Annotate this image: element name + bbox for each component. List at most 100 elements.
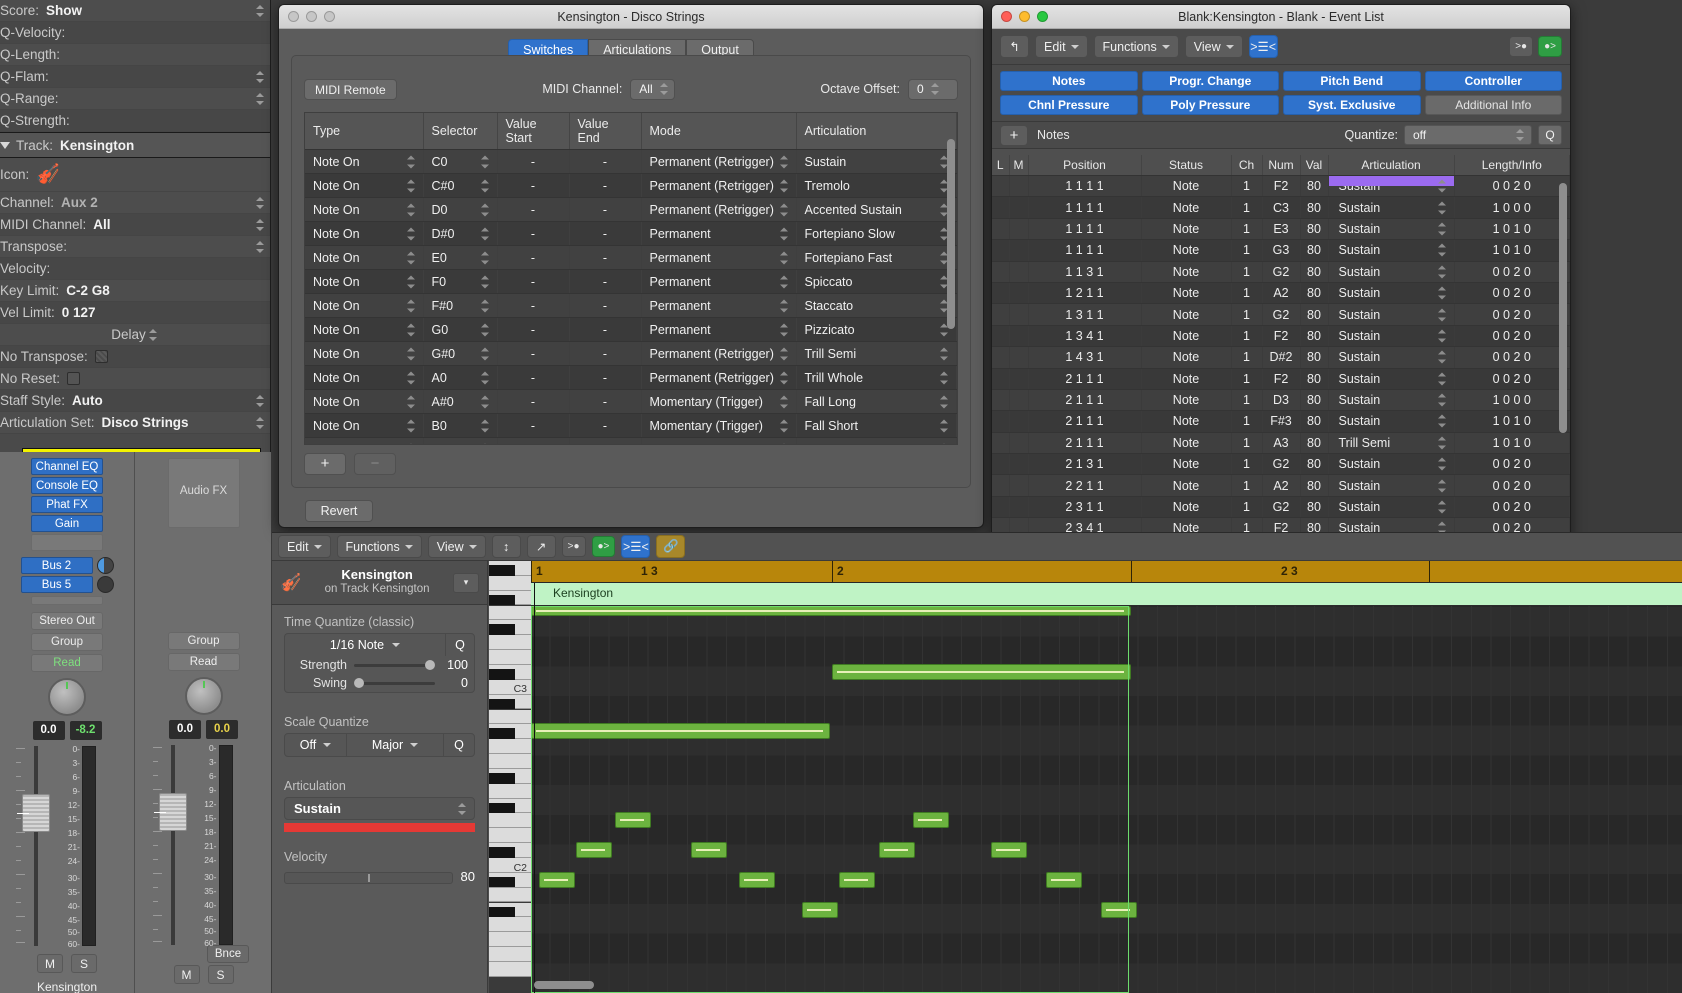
cell-selector[interactable]: E0	[423, 246, 497, 270]
cell-value-end[interactable]: -	[569, 390, 641, 414]
stepper-icon[interactable]	[407, 250, 417, 265]
midi-note[interactable]	[839, 872, 875, 888]
stepper-icon[interactable]	[255, 239, 266, 255]
cell-value-end[interactable]: -	[569, 294, 641, 318]
filter-controller[interactable]: Controller	[1425, 71, 1563, 91]
stepper-icon[interactable]	[148, 327, 159, 343]
stepper-icon[interactable]	[1438, 179, 1448, 194]
cell-value-start[interactable]: -	[497, 366, 569, 390]
cell-channel[interactable]: 1	[1231, 176, 1262, 197]
cell-mute[interactable]	[1009, 475, 1028, 496]
cell-value-end[interactable]: -	[569, 150, 641, 174]
midi-remote-button[interactable]: MIDI Remote	[304, 79, 397, 100]
stepper-icon[interactable]	[1438, 243, 1448, 258]
cell-mute[interactable]	[1009, 496, 1028, 517]
cell-val[interactable]: 80	[1300, 496, 1328, 517]
group-button[interactable]: Group	[168, 632, 240, 650]
stepper-icon[interactable]	[255, 415, 266, 431]
stepper-icon[interactable]	[940, 442, 950, 445]
table-row[interactable]: Note OnA0--Permanent (Retrigger)Trill Wh…	[305, 366, 957, 390]
stepper-icon[interactable]	[780, 322, 790, 337]
cell-position[interactable]: 1 3 1 1	[1028, 304, 1141, 325]
stepper-icon[interactable]	[780, 394, 790, 409]
cell-status[interactable]: Note	[1141, 261, 1231, 282]
table-row[interactable]: 1 1 1 1Note1G380Sustain1 0 1 0	[992, 240, 1570, 261]
add-event-button[interactable]: +	[1000, 125, 1028, 146]
cell-articulation[interactable]: Fortepiano Fast	[796, 246, 957, 270]
inspector-row-no-reset[interactable]: No Reset:	[0, 368, 270, 390]
cell-mute[interactable]	[1009, 411, 1028, 432]
table-row[interactable]: 1 3 1 1Note1G280Sustain0 0 2 0	[992, 304, 1570, 325]
cell-selector[interactable]: C#0	[423, 174, 497, 198]
cell-mode[interactable]: Permanent (Retrigger)	[641, 342, 796, 366]
table-scrollbar[interactable]	[947, 139, 955, 439]
cell-articulation[interactable]: Sustain	[1328, 389, 1454, 410]
piano-key-black[interactable]	[489, 699, 515, 710]
cell-type[interactable]: Note On	[305, 438, 423, 446]
cell-type[interactable]: Note On	[305, 270, 423, 294]
cell-position[interactable]: 1 1 1 1	[1028, 197, 1141, 218]
filter-pitch-bend[interactable]: Pitch Bend	[1283, 71, 1421, 91]
table-row[interactable]: 2 2 1 1Note1A280Sustain0 0 2 0	[992, 475, 1570, 496]
midi-out-right-icon[interactable]: ●>	[1538, 36, 1562, 57]
cell-articulation[interactable]: Staccato	[796, 294, 957, 318]
cell-value-start[interactable]: -	[497, 150, 569, 174]
inspector-row-key-limit[interactable]: Key Limit: C-2 G8	[0, 280, 270, 302]
audio-fx-slot-empty[interactable]: Audio FX	[168, 458, 240, 528]
cell-status[interactable]: Note	[1141, 282, 1231, 303]
piano-key-white[interactable]	[489, 828, 531, 843]
stepper-icon[interactable]	[255, 69, 266, 85]
octave-offset-select[interactable]: 0	[908, 79, 958, 100]
cell-type[interactable]: Note On	[305, 294, 423, 318]
cell-value-start[interactable]: -	[497, 294, 569, 318]
cell-articulation[interactable]: Sustain	[1328, 475, 1454, 496]
piano-roll-grid[interactable]: 1 1 3 2 2 3 Kensington	[531, 561, 1682, 993]
col-m[interactable]: M	[1009, 155, 1028, 176]
send-level-knob[interactable]	[97, 576, 114, 593]
cell-selector[interactable]: G#0	[423, 342, 497, 366]
col-ch[interactable]: Ch	[1231, 155, 1262, 176]
midi-note[interactable]	[832, 664, 1131, 680]
collapse-icon[interactable]: ↕	[492, 535, 521, 558]
cell-num[interactable]: D#2	[1262, 347, 1300, 368]
no-reset-checkbox[interactable]	[67, 372, 80, 385]
midi-channel-select[interactable]: All	[630, 79, 674, 100]
col-selector[interactable]: Selector	[423, 113, 497, 150]
table-row[interactable]: Note OnB0--Momentary (Trigger)Fall Short	[305, 414, 957, 438]
cell-val[interactable]: 80	[1300, 197, 1328, 218]
cell-val[interactable]: 80	[1300, 389, 1328, 410]
piano-key-white[interactable]	[489, 635, 531, 650]
cell-value-end[interactable]: -	[569, 246, 641, 270]
cell-position[interactable]: 2 1 1 1	[1028, 411, 1141, 432]
piano-key-black[interactable]	[489, 803, 515, 814]
cell-articulation[interactable]: Sustain	[1328, 347, 1454, 368]
strength-slider[interactable]	[354, 660, 435, 670]
cell-mute[interactable]	[1009, 368, 1028, 389]
stepper-icon[interactable]	[1438, 264, 1448, 279]
stepper-icon[interactable]	[407, 442, 417, 445]
midi-note[interactable]	[531, 606, 1131, 616]
cell-status[interactable]: Note	[1141, 389, 1231, 410]
table-row[interactable]: 1 1 3 1Note1G280Sustain0 0 2 0	[992, 261, 1570, 282]
stepper-icon[interactable]	[1515, 127, 1526, 143]
cell-length-info[interactable]: 1 0 0 0	[1454, 197, 1570, 218]
table-row[interactable]: Note OnD0--Permanent (Retrigger)Accented…	[305, 198, 957, 222]
menu-edit[interactable]: Edit	[278, 535, 331, 558]
cell-mode[interactable]: Permanent	[641, 294, 796, 318]
cell-value-end[interactable]: -	[569, 366, 641, 390]
quantize-apply-button[interactable]: Q	[1538, 125, 1562, 145]
link-icon[interactable]: 🔗	[656, 535, 685, 558]
stepper-icon[interactable]	[481, 274, 491, 289]
stepper-icon[interactable]	[780, 442, 790, 445]
region-strip[interactable]: Kensington	[531, 583, 1682, 606]
cell-value-start[interactable]: -	[497, 438, 569, 446]
table-row[interactable]: 2 1 1 1Note1A380Trill Semi1 0 1 0	[992, 432, 1570, 453]
hierarchy-up-icon[interactable]: ↰	[1000, 35, 1029, 58]
add-switch-button[interactable]: +	[304, 453, 346, 475]
stepper-icon[interactable]	[407, 202, 417, 217]
cell-mute[interactable]	[1009, 304, 1028, 325]
cell-status[interactable]: Note	[1141, 454, 1231, 475]
cell-num[interactable]: D3	[1262, 389, 1300, 410]
cell-num[interactable]: A2	[1262, 282, 1300, 303]
cell-value-start[interactable]: -	[497, 174, 569, 198]
